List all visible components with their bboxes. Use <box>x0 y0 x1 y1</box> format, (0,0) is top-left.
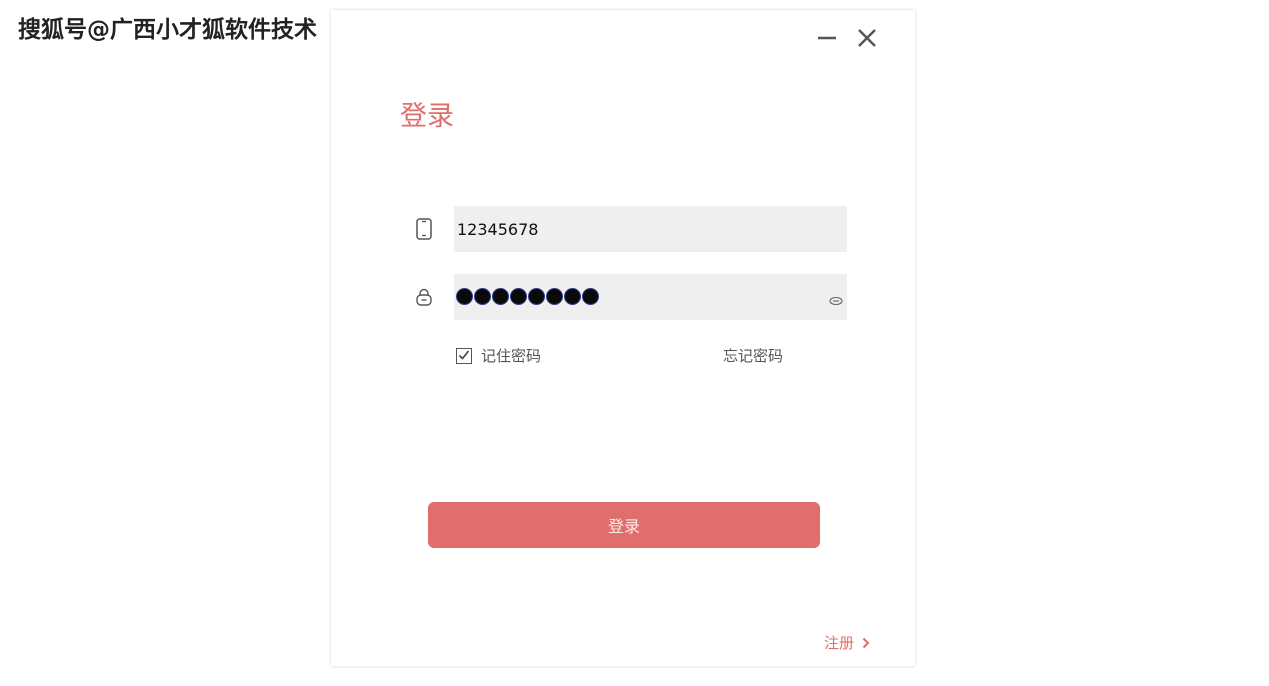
password-dot <box>510 288 527 305</box>
register-link[interactable]: 注册 <box>824 632 870 653</box>
password-mask[interactable] <box>456 286 599 308</box>
password-dot <box>492 288 509 305</box>
password-dot <box>528 288 545 305</box>
login-button[interactable]: 登录 <box>428 502 820 548</box>
eye-icon[interactable] <box>829 291 843 306</box>
password-dot <box>456 288 473 305</box>
password-dot <box>546 288 563 305</box>
password-dot <box>474 288 491 305</box>
remember-checkbox[interactable] <box>456 347 472 364</box>
password-dot <box>582 288 599 305</box>
forgot-password-link[interactable]: 忘记密码 <box>723 345 783 366</box>
login-window: 登录 12345678 记住密码 忘记密码 登录 注册 <box>331 10 915 666</box>
phone-icon <box>415 218 433 240</box>
remember-label: 记住密码 <box>481 347 542 365</box>
close-icon[interactable] <box>855 26 879 50</box>
lock-icon <box>415 287 433 309</box>
remember-password[interactable]: 记住密码 <box>456 345 541 366</box>
phone-input[interactable] <box>454 206 847 252</box>
register-label: 注册 <box>824 634 855 652</box>
password-field[interactable] <box>454 274 847 320</box>
chevron-right-icon <box>862 637 870 648</box>
minimize-icon[interactable] <box>815 26 839 50</box>
page-title: 登录 <box>400 101 454 132</box>
password-dot <box>564 288 581 305</box>
phone-field[interactable] <box>454 206 847 252</box>
watermark: 搜狐号@广西小才狐软件技术 <box>18 17 317 43</box>
